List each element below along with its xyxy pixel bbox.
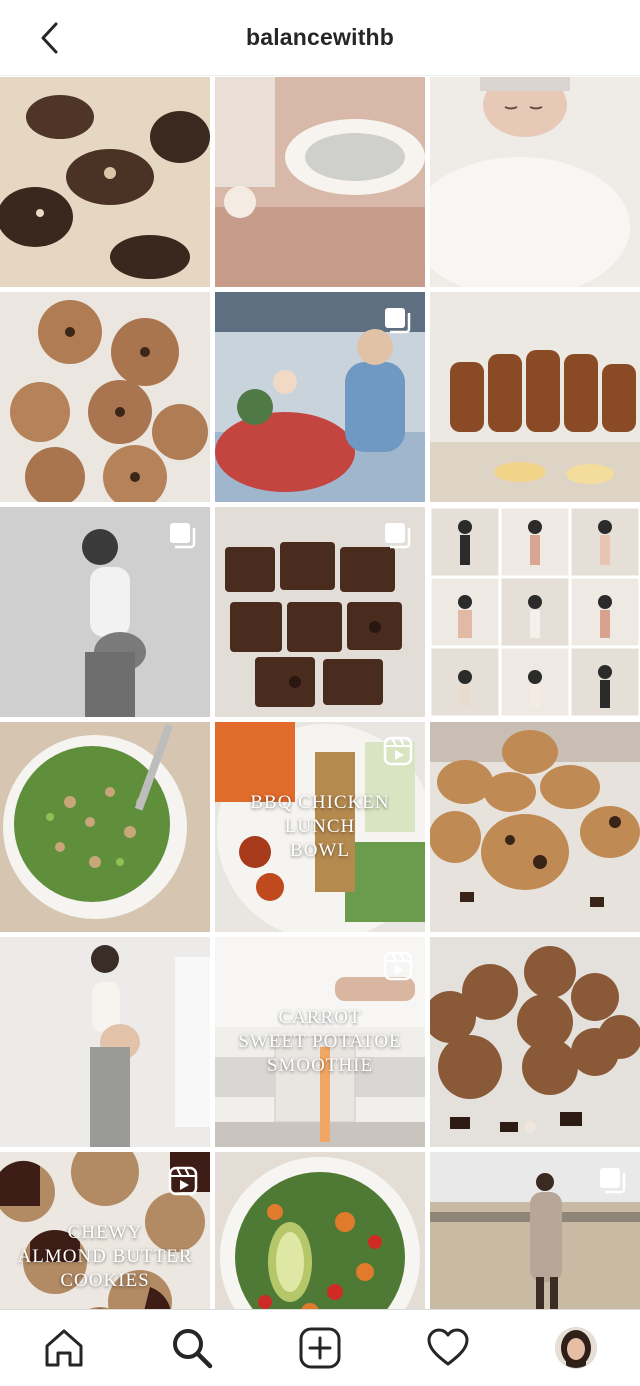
post-tile-muffins[interactable]	[430, 722, 640, 932]
post-tile-pregnancy-bw[interactable]	[0, 507, 210, 717]
photo-banana-bread	[430, 292, 640, 502]
post-tile-brownies[interactable]	[215, 507, 425, 717]
post-tile-veggie-salad[interactable]	[215, 1152, 425, 1309]
chevron-left-icon	[41, 22, 58, 54]
reels-icon	[383, 951, 413, 981]
post-tile-cookies[interactable]	[0, 292, 210, 502]
photo-newborn	[430, 77, 640, 287]
home-icon	[45, 1329, 83, 1367]
post-overlay-text: BBQ CHICKEN LUNCH BOWL	[250, 792, 390, 861]
photo-chocolate-bark	[0, 77, 210, 287]
tab-new-post[interactable]	[288, 1316, 352, 1380]
bottom-tab-bar	[0, 1309, 640, 1386]
post-tile-chocolate-bark[interactable]	[0, 77, 210, 287]
heart-icon	[427, 1328, 469, 1366]
post-tile-baby-lounger[interactable]	[215, 77, 425, 287]
tab-search[interactable]	[160, 1316, 224, 1380]
multiple-photos-icon	[385, 308, 411, 334]
post-tile-bbq-chicken-bowl[interactable]: BBQ CHICKEN LUNCH BOWL	[215, 722, 425, 932]
avatar	[555, 1327, 597, 1369]
reels-icon	[383, 736, 413, 766]
post-tile-mom-and-toddler[interactable]	[215, 292, 425, 502]
page-title: balancewithb	[245, 24, 395, 50]
photo-cookies	[0, 292, 210, 502]
post-tile-almond-butter-cookies[interactable]: CHEWY ALMOND BUTTER COOKIES	[0, 1152, 210, 1309]
photo-veggie-salad	[215, 1152, 425, 1309]
multiple-photos-icon	[600, 1168, 626, 1194]
post-tile-pregnancy-collage[interactable]	[430, 507, 640, 717]
tab-home[interactable]	[32, 1316, 96, 1380]
multiple-photos-icon	[170, 523, 196, 549]
back-button[interactable]	[30, 18, 70, 58]
photo-muffins	[430, 722, 640, 932]
tab-profile[interactable]	[544, 1316, 608, 1380]
photo-baby-lounger	[215, 77, 425, 287]
post-overlay-text: CARROT SWEET POTATOE SMOOTHIE	[238, 1007, 402, 1076]
reels-icon	[168, 1166, 198, 1196]
post-tile-pregnancy-standing[interactable]	[0, 937, 210, 1147]
post-overlay-text: CHEWY ALMOND BUTTER COOKIES	[17, 1222, 193, 1291]
post-tile-energy-balls[interactable]	[430, 937, 640, 1147]
photo-pregnancy-standing	[0, 937, 210, 1147]
post-tile-field-portrait[interactable]	[430, 1152, 640, 1309]
post-tile-pea-salad[interactable]	[0, 722, 210, 932]
post-tile-banana-bread[interactable]	[430, 292, 640, 502]
multiple-photos-icon	[385, 523, 411, 549]
post-tile-smoothie[interactable]: CARROT SWEET POTATOE SMOOTHIE	[215, 937, 425, 1147]
photo-pea-salad	[0, 722, 210, 932]
photo-pregnancy-collage	[430, 507, 640, 717]
top-bar: balancewithb	[0, 0, 640, 76]
post-grid: BBQ CHICKEN LUNCH BOWL CARROT SWEET POTA…	[0, 77, 640, 1309]
search-icon	[173, 1329, 213, 1369]
add-post-icon	[299, 1327, 341, 1369]
photo-energy-balls	[430, 937, 640, 1147]
post-tile-newborn[interactable]	[430, 77, 640, 287]
tab-activity[interactable]	[416, 1316, 480, 1380]
